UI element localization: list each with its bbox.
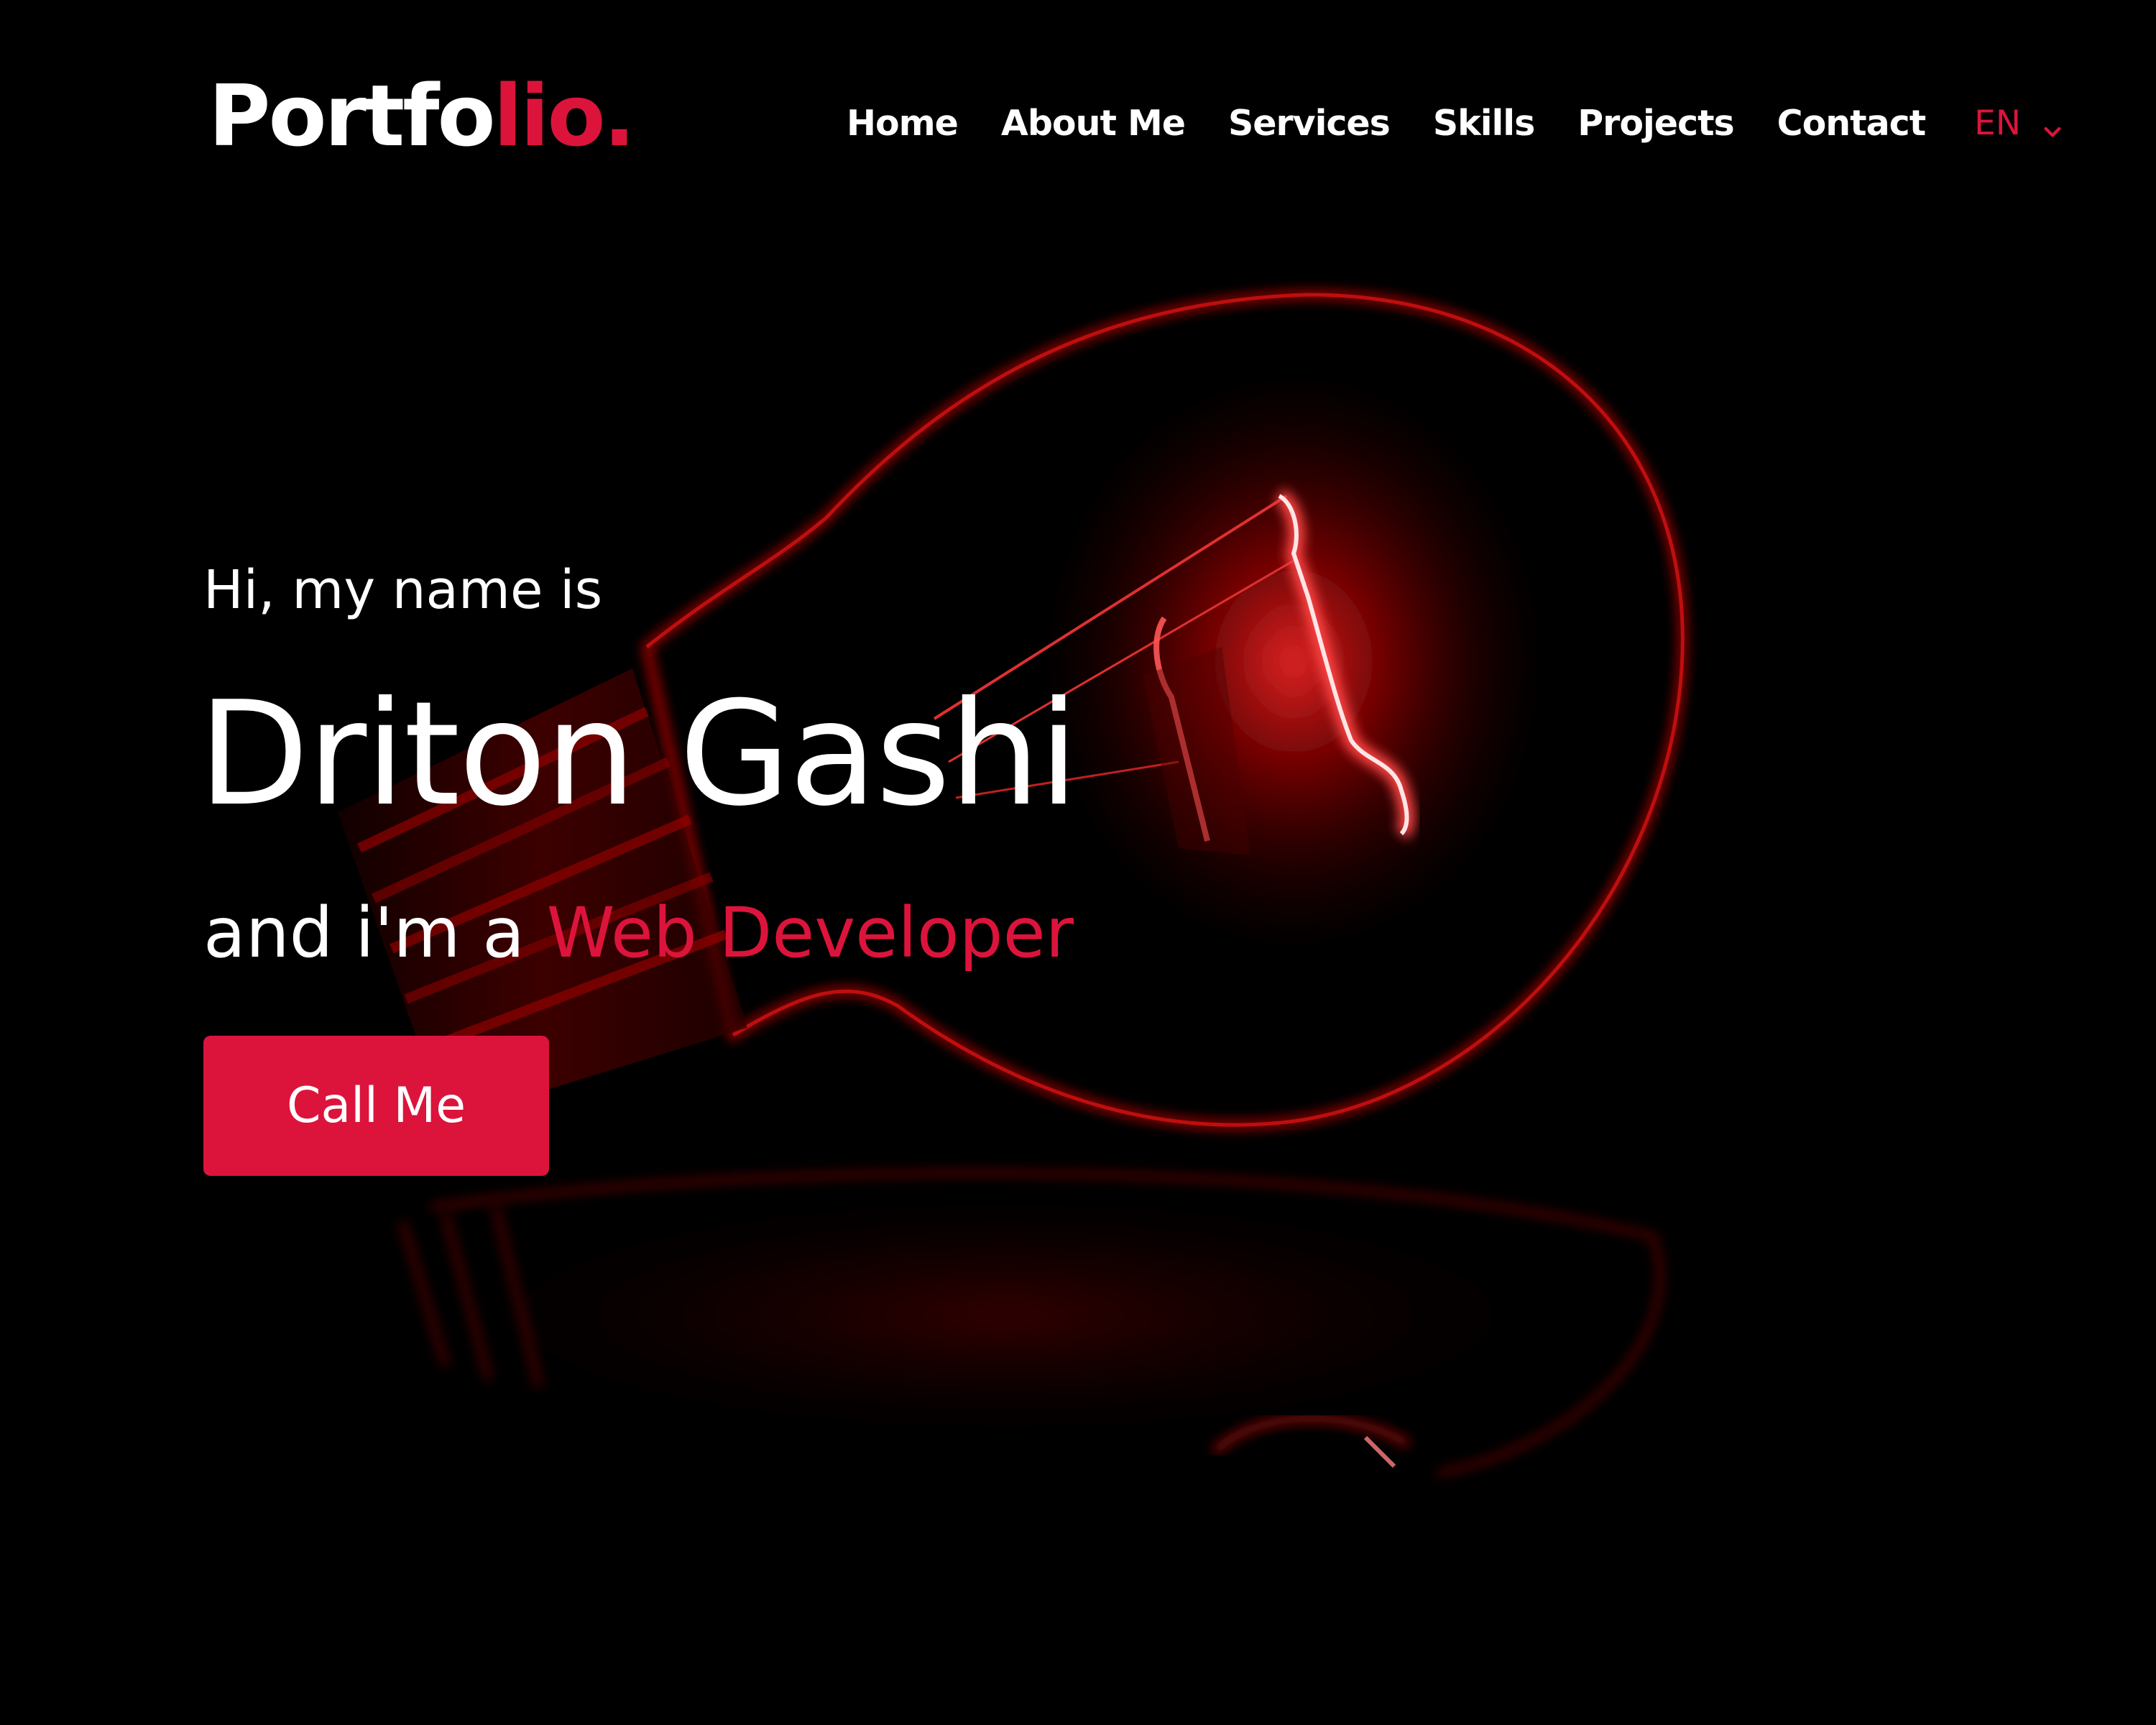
nav-projects[interactable]: Projects xyxy=(1577,103,1734,144)
logo-accent-text: lio. xyxy=(493,66,636,165)
nav-about-me[interactable]: About Me xyxy=(1001,103,1186,144)
language-selector[interactable]: EN xyxy=(1974,104,2064,143)
nav-skills[interactable]: Skills xyxy=(1433,103,1535,144)
call-me-button[interactable]: Call Me xyxy=(203,1036,549,1176)
logo[interactable]: Portfolio. xyxy=(208,73,635,158)
hero-role-line: and i'm a Web Developer xyxy=(203,898,1074,967)
hero-role-prefix: and i'm a xyxy=(203,893,547,973)
hero-greeting: Hi, my name is xyxy=(203,559,603,621)
chevron-down-icon xyxy=(2041,112,2064,137)
nav-home[interactable]: Home xyxy=(847,103,959,144)
nav-contact[interactable]: Contact xyxy=(1777,103,1926,144)
hero-role: Web Developer xyxy=(546,893,1074,973)
hero-background-bulb-image xyxy=(0,0,2156,1725)
hero-name: Driton Gashi xyxy=(198,671,1079,838)
main-nav: Home About Me Services Skills Projects C… xyxy=(803,103,2064,144)
nav-services[interactable]: Services xyxy=(1228,103,1391,144)
logo-main-text: Portfo xyxy=(208,66,496,165)
language-label: EN xyxy=(1974,104,2021,143)
